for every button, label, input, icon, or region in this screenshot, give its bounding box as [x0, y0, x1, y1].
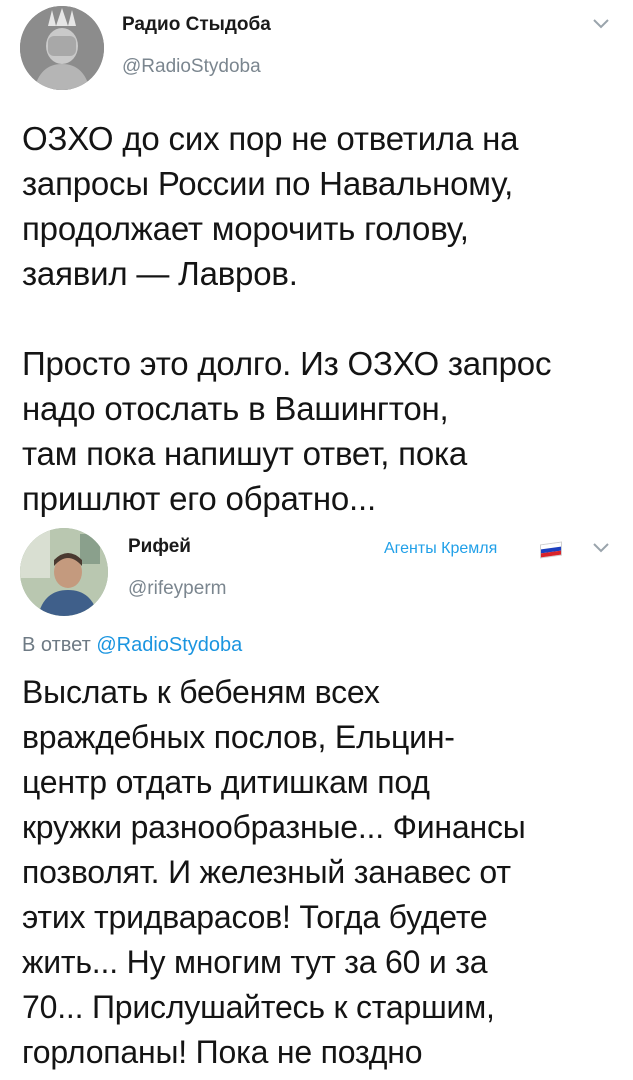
- avatar[interactable]: [20, 6, 104, 90]
- account-label[interactable]: Агенты Кремля: [384, 540, 497, 558]
- tweet-1: Радио Стыдоба @RadioStydoba ОЗХО до сих …: [0, 0, 633, 525]
- avatar[interactable]: [20, 528, 108, 616]
- tweet-2: Рифей @rifeyperm Агенты Кремля В ответ @…: [0, 520, 633, 1080]
- reply-context: В ответ @RadioStydoba: [22, 634, 242, 657]
- russia-flag-icon: [540, 541, 562, 559]
- chevron-down-icon[interactable]: [592, 542, 610, 554]
- tweet-text: ОЗХО до сих пор не ответила на запросы Р…: [22, 120, 552, 517]
- chevron-down-icon[interactable]: [592, 18, 610, 30]
- reply-prefix: В ответ: [22, 634, 91, 656]
- display-name[interactable]: Радио Стыдоба: [122, 14, 271, 36]
- tweet-text: Выслать к бебеням всех враждебных послов…: [22, 674, 526, 1070]
- handle[interactable]: @RadioStydoba: [122, 56, 261, 78]
- reply-handle-link[interactable]: @RadioStydoba: [96, 634, 242, 656]
- handle[interactable]: @rifeyperm: [128, 578, 226, 600]
- display-name[interactable]: Рифей: [128, 536, 191, 558]
